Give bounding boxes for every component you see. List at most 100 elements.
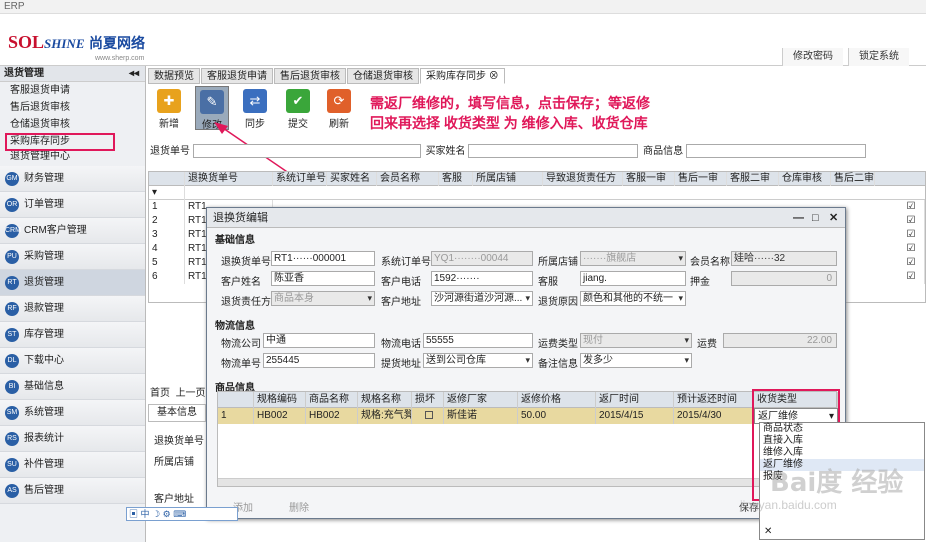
maximize-icon[interactable]: □	[812, 208, 819, 228]
return-no-input[interactable]	[192, 144, 421, 159]
ime-settings-icon[interactable]: ☽ ⚙ ⌨	[152, 509, 186, 519]
add-button[interactable]: ✚ 新增	[152, 86, 186, 130]
grid-filter-row: ▾	[149, 186, 925, 200]
aftersale-second-checkbox[interactable]: ☑	[895, 242, 925, 256]
tab-basic-info[interactable]: 基本信息	[148, 404, 206, 422]
tab-bar: 数据预览 客服退货申请 售后退货审核 仓储退货审核 采购库存同步 ⊗	[148, 68, 506, 84]
product-row[interactable]: 1 HB002 HB002 规格:充气凳 斯佳诺 50.00 2015/4/15…	[218, 408, 838, 424]
close-icon[interactable]: ✕	[829, 208, 838, 228]
cell-spec[interactable]: 规格:充气凳	[358, 408, 412, 424]
buyer-input[interactable]	[468, 144, 639, 159]
cell-back-date[interactable]: 2015/4/30	[674, 408, 754, 424]
module-label: 基础信息	[24, 381, 64, 392]
phone-field[interactable]: 1592·······	[431, 271, 533, 286]
sidebar-module[interactable]: DL 下载中心	[0, 348, 145, 374]
sidebar-module[interactable]: BI 基础信息	[0, 374, 145, 400]
aftersale-second-checkbox[interactable]: ☑	[895, 200, 925, 214]
lphone-field[interactable]: 55555	[423, 333, 533, 348]
resp-label: 退货责任方	[221, 297, 271, 308]
aftersale-second-checkbox[interactable]: ☑	[895, 256, 925, 270]
address-select[interactable]: 沙河源街道沙河源...	[431, 291, 533, 306]
sidebar-item-cs-return[interactable]: 客服退货申请	[0, 82, 145, 99]
sidebar-module[interactable]: RF 退款管理	[0, 296, 145, 322]
filter-icon[interactable]: ▾	[149, 186, 185, 200]
tab-warehouse-audit[interactable]: 仓储退货审核	[347, 68, 419, 84]
option-item-status[interactable]: 商品状态	[760, 423, 924, 435]
module-label: 财务管理	[24, 173, 64, 184]
sidebar-module[interactable]: PU 采购管理	[0, 244, 145, 270]
col-back-date: 预计返还时间	[674, 392, 754, 408]
option-direct-in[interactable]: 直接入库	[760, 435, 924, 447]
product-input[interactable]	[685, 144, 866, 159]
sidebar-module[interactable]: AS 售后管理	[0, 478, 145, 504]
delete-row-button[interactable]: 删除	[289, 499, 309, 514]
reason-select[interactable]: 颜色和其他的不统一	[580, 291, 686, 306]
cell-out-date[interactable]: 2015/4/15	[596, 408, 674, 424]
module-label: 退款管理	[24, 303, 64, 314]
cell-code[interactable]: HB002	[254, 408, 306, 424]
service-field[interactable]: jiang.	[580, 271, 686, 286]
member-field: 娃哈······32	[731, 251, 837, 266]
shop-label: 所属店铺	[538, 257, 578, 268]
sidebar-item-aftersale-audit[interactable]: 售后退货审核	[0, 99, 145, 116]
sidebar-module[interactable]: OR 订单管理	[0, 192, 145, 218]
remark-select[interactable]: 发多少	[580, 353, 692, 368]
ime-toolbar[interactable]: ▣ 中 ☽ ⚙ ⌨	[126, 507, 238, 521]
tab-purchase-sync[interactable]: 采购库存同步 ⊗	[420, 68, 505, 84]
module-label: CRM客户管理	[24, 225, 87, 236]
module-label: 系统管理	[24, 407, 64, 418]
minimize-icon[interactable]: —	[793, 208, 804, 228]
cell-name[interactable]: HB002	[306, 408, 358, 424]
cell-vendor[interactable]: 斯佳诺	[444, 408, 518, 424]
lno-field[interactable]: 255445	[263, 353, 375, 368]
sidebar-module[interactable]: SU 补件管理	[0, 452, 145, 478]
aftersale-second-checkbox[interactable]: ☑	[895, 228, 925, 242]
return-no-label: 退换货单号	[221, 257, 271, 268]
sidebar-module[interactable]: CRM CRM客户管理	[0, 218, 145, 244]
first-page-link[interactable]: 首页	[150, 388, 170, 399]
address-label: 客户地址	[381, 297, 421, 308]
sidebar-module[interactable]: RS 报表统计	[0, 426, 145, 452]
tab-cs-return[interactable]: 客服退货申请	[201, 68, 273, 84]
sidebar-module[interactable]: RT 退货管理	[0, 270, 145, 296]
tab-aftersale-audit[interactable]: 售后退货审核	[274, 68, 346, 84]
col-code: 规格编码	[254, 392, 306, 408]
row-number: 6	[149, 270, 185, 284]
close-icon[interactable]: ✕	[764, 526, 772, 537]
close-tab-icon[interactable]: ⊗	[489, 71, 499, 82]
sidebar-item-return-center[interactable]: 退货管理中心	[0, 151, 145, 163]
lcompany-field[interactable]: 中通	[263, 333, 375, 348]
col-price: 返修价格	[518, 392, 596, 408]
sidebar-module[interactable]: GM 财务管理	[0, 166, 145, 192]
service-label: 客服	[538, 277, 558, 288]
collapse-icon[interactable]: ◂◂	[129, 66, 139, 82]
module-icon: BI	[5, 380, 19, 394]
damage-checkbox[interactable]	[412, 408, 444, 424]
sidebar-module[interactable]: ST 库存管理	[0, 322, 145, 348]
lock-system-button[interactable]: 锁定系统	[848, 48, 909, 66]
option-repair-in[interactable]: 维修入库	[760, 447, 924, 459]
row-number: 4	[149, 242, 185, 256]
module-icon: RT	[5, 276, 19, 290]
return-no-field[interactable]: RT1······000001	[271, 251, 375, 266]
cell-price[interactable]: 50.00	[518, 408, 596, 424]
module-label: 库存管理	[24, 329, 64, 340]
aftersale-second-checkbox[interactable]: ☑	[895, 270, 925, 284]
module-icon: PU	[5, 250, 19, 264]
pickup-select[interactable]: 送到公司仓库	[423, 353, 533, 368]
tab-preview[interactable]: 数据预览	[148, 68, 200, 84]
horizontal-scrollbar[interactable]	[218, 478, 836, 486]
prev-page-link[interactable]: 上一页	[176, 388, 206, 399]
dialog-title: 退换货编辑 — □ ✕	[207, 208, 845, 228]
row-number: 1	[149, 200, 185, 214]
order-no-label: 系统订单号	[381, 257, 431, 268]
sidebar-item-warehouse-audit[interactable]: 仓储退货审核	[0, 116, 145, 133]
ime-mode[interactable]: 中	[141, 509, 150, 519]
aftersale-second-checkbox[interactable]: ☑	[895, 214, 925, 228]
module-icon: RF	[5, 302, 19, 316]
change-password-button[interactable]: 修改密码	[782, 48, 843, 66]
customer-field[interactable]: 陈亚香	[271, 271, 375, 286]
product-grid-header: 规格编码 商品名称 规格名称 损坏 返修厂家 返修价格 返厂时间 预计返还时间 …	[218, 392, 838, 408]
sidebar-item-purchase-sync[interactable]: 采购库存同步	[5, 133, 115, 151]
sidebar-module[interactable]: SM 系统管理	[0, 400, 145, 426]
